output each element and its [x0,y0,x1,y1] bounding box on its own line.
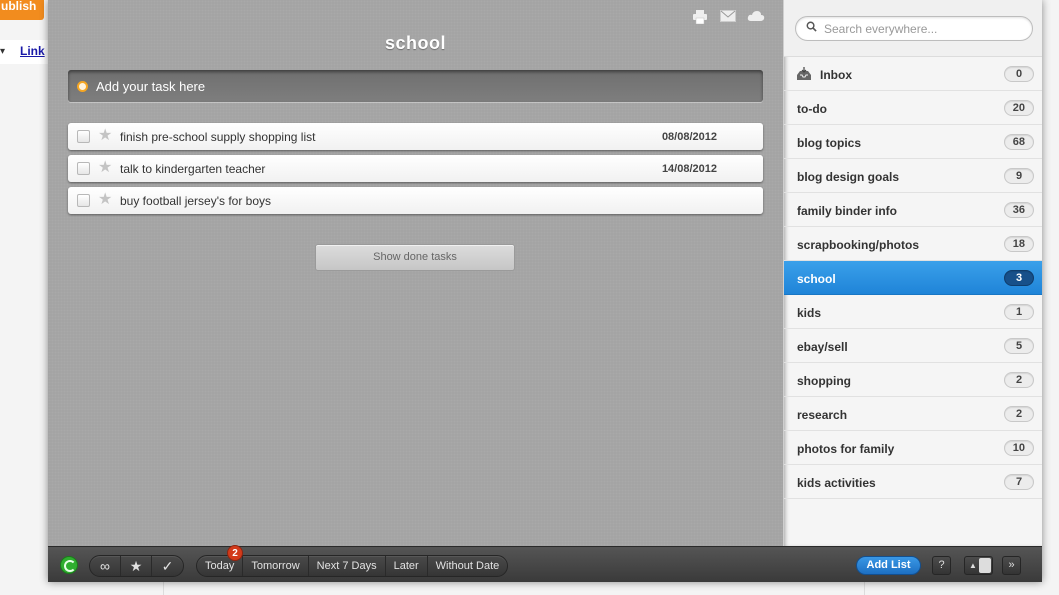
print-icon[interactable] [691,10,709,25]
task-checkbox[interactable] [77,162,90,175]
chevron-up-icon: ▲ [969,561,977,570]
add-list-button[interactable]: Add List [856,556,921,575]
task-item[interactable]: ★ talk to kindergarten teacher 14/08/201… [68,155,763,182]
tab-without-date[interactable]: Without Date [428,556,508,576]
sidebar-item-label: to-do [797,102,827,116]
task-item[interactable]: ★ buy football jersey's for boys [68,187,763,214]
star-icon[interactable]: ★ [98,159,112,177]
task-checkbox[interactable] [77,194,90,207]
sidebar-item-label: ebay/sell [797,340,848,354]
sidebar-item-count: 68 [1003,134,1034,150]
mail-icon[interactable] [719,10,737,24]
sidebar-item-count: 7 [1004,474,1034,490]
date-filter-tabs: Today Tomorrow Next 7 Days Later Without… [196,555,509,577]
tab-later[interactable]: Later [386,556,428,576]
sidebar-item-label: blog topics [797,136,861,150]
sidebar-item-photos-for-family[interactable]: photos for family 10 [784,431,1042,465]
top-actions [691,10,765,25]
search-icon [806,21,817,32]
sidebar-item-count: 2 [1004,406,1034,422]
task-title[interactable]: buy football jersey's for boys [120,194,271,208]
list-title: school [384,33,446,53]
task-checkbox[interactable] [77,130,90,143]
check-icon[interactable]: ✓ [152,556,183,576]
sidebar-item-label: family binder info [797,204,898,218]
toggle-knob[interactable] [979,558,991,573]
infinity-icon[interactable]: ∞ [90,556,121,576]
sidebar-item-label: blog design goals [797,170,900,184]
search-input[interactable] [824,21,1024,37]
sidebar-item-kids[interactable]: kids 1 [784,295,1042,329]
inbox-icon [797,67,811,80]
background-toolbar: ▾ Link [0,40,48,64]
sidebar-item-ebay-sell[interactable]: ebay/sell 5 [784,329,1042,363]
sidebar-item-kids-activities[interactable]: kids activities 7 [784,465,1042,499]
star-icon[interactable]: ★ [98,127,112,145]
bottom-toolbar: ∞ ★ ✓ Today Tomorrow Next 7 Days Later W… [48,545,1042,582]
today-count-badge: 2 [227,545,243,561]
sidebar-item-family-binder-info[interactable]: family binder info 36 [784,193,1042,227]
sync-icon[interactable] [60,556,78,574]
sidebar-item-label: school [797,272,836,286]
sidebar-item-scrapbooking-photos[interactable]: scrapbooking/photos 18 [784,227,1042,261]
tab-tomorrow[interactable]: Tomorrow [243,556,309,576]
sidebar-item-count: 18 [1003,236,1034,252]
collapse-button[interactable]: » [1002,556,1021,575]
cloud-icon[interactable] [747,10,765,24]
sidebar-item-count: 10 [1003,440,1034,456]
show-done-tasks-button[interactable]: Show done tasks [315,244,515,271]
task-item[interactable]: ★ finish pre-school supply shopping list… [68,123,763,150]
add-task-bar[interactable] [68,70,763,102]
sidebar-item-label: Inbox [820,68,852,82]
clock-icon[interactable] [77,81,88,92]
sidebar-item-count: 20 [1003,100,1034,116]
task-title[interactable]: finish pre-school supply shopping list [120,130,315,144]
task-title[interactable]: talk to kindergarten teacher [120,162,265,176]
sidebar-item-label: research [797,408,848,422]
link-button[interactable]: Link [20,44,45,58]
sidebar-item-label: kids [797,306,822,320]
sidebar-item-label: photos for family [797,442,895,456]
sidebar-item-blog-topics[interactable]: blog topics 68 [784,125,1042,159]
task-due-date[interactable]: 08/08/2012 [662,131,717,143]
divider [864,582,865,595]
sidebar-item-inbox[interactable]: Inbox 0 [784,57,1042,91]
task-list: ★ finish pre-school supply shopping list… [68,123,763,219]
sidebar-item-count: 9 [1004,168,1034,184]
sidebar-item-count: 0 [1004,66,1034,82]
smart-list-buttons: ∞ ★ ✓ [89,555,184,577]
sidebar-item-shopping[interactable]: shopping 2 [784,363,1042,397]
wunderlist-window: school ★ finish pre-school supply shoppi… [48,0,1042,582]
star-icon[interactable]: ★ [121,556,152,576]
lists-sidebar: Inbox 0 to-do 20 blog topics 68 blog des… [783,0,1042,546]
sidebar-item-count: 36 [1003,202,1034,218]
sidebar-item-school[interactable]: school 3 [784,261,1042,295]
add-task-input[interactable] [96,76,746,96]
sidebar-item-count: 3 [1004,270,1034,286]
sidebar-item-label: scrapbooking/photos [797,238,920,252]
sidebar-item-label: kids activities [797,476,876,490]
publish-button[interactable]: ublish [0,0,44,20]
search-box[interactable] [795,16,1033,41]
divider [163,582,164,595]
caret-icon: ▾ [0,46,6,57]
sidebar-item-research[interactable]: research 2 [784,397,1042,431]
task-due-date[interactable]: 14/08/2012 [662,163,717,175]
sidebar-item-blog-design-goals[interactable]: blog design goals 9 [784,159,1042,193]
search-area [784,0,1042,57]
tab-next-7-days[interactable]: Next 7 Days [309,556,386,576]
list-nav: Inbox 0 to-do 20 blog topics 68 blog des… [784,57,1042,499]
help-button[interactable]: ? [932,556,951,575]
sidebar-toggle[interactable]: ▲ [964,556,993,575]
sidebar-item-to-do[interactable]: to-do 20 [784,91,1042,125]
sidebar-item-count: 2 [1004,372,1034,388]
sidebar-item-count: 5 [1004,338,1034,354]
star-icon[interactable]: ★ [98,191,112,209]
sidebar-item-label: shopping [797,374,851,388]
sidebar-item-count: 1 [1004,304,1034,320]
task-pane: school ★ finish pre-school supply shoppi… [48,0,783,546]
